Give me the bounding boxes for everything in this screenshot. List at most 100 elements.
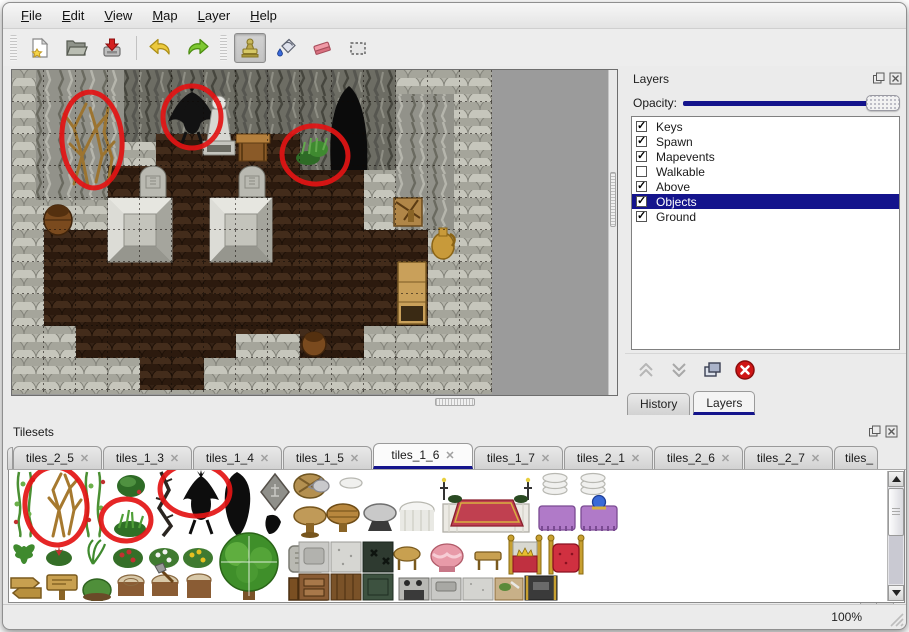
eraser-tool-button[interactable] xyxy=(306,33,338,63)
new-file-icon xyxy=(28,36,52,60)
tab-label: tiles_1_6 xyxy=(391,448,439,462)
dock-tab-layers[interactable]: Layers xyxy=(693,391,755,415)
scroll-down-button[interactable] xyxy=(888,585,904,601)
tileset-tab-bar: tiles_2_5✕tiles_1_3✕tiles_1_4✕tiles_1_5✕… xyxy=(7,443,907,470)
layer-row-ground[interactable]: ✓Ground xyxy=(632,209,899,224)
tileset-tab-tiles_2_7[interactable]: tiles_2_7✕ xyxy=(744,446,833,469)
tileset-tab-tiles_1_4[interactable]: tiles_1_4✕ xyxy=(193,446,282,469)
menu-map[interactable]: Map xyxy=(142,4,187,27)
tileset-tab-tiles_1_7[interactable]: tiles_1_7✕ xyxy=(474,446,563,469)
opacity-slider-handle[interactable] xyxy=(866,95,900,111)
undo-button[interactable] xyxy=(145,33,177,63)
float-panel-icon[interactable] xyxy=(868,425,881,438)
layer-row-above[interactable]: ✓Above xyxy=(632,179,899,194)
fill-tool-button[interactable] xyxy=(270,33,302,63)
layer-row-walkable[interactable]: Walkable xyxy=(632,164,899,179)
open-button[interactable] xyxy=(60,33,92,63)
rect-select-tool-button[interactable] xyxy=(342,33,374,63)
tileset-tab-tiles_1_3[interactable]: tiles_1_3✕ xyxy=(103,446,192,469)
tileset-palette[interactable] xyxy=(8,470,905,603)
opacity-label: Opacity: xyxy=(633,96,677,110)
scroll-track[interactable] xyxy=(889,536,903,584)
layer-label: Objects xyxy=(656,195,697,209)
tileset-tab-tiles_2_6[interactable]: tiles_2_6✕ xyxy=(654,446,743,469)
tileset-render xyxy=(9,470,887,601)
tile-bat xyxy=(183,470,219,534)
arrow-up-icon xyxy=(892,476,901,483)
tile-plant-clump xyxy=(114,510,146,537)
save-button[interactable] xyxy=(96,33,128,63)
opacity-slider-track[interactable] xyxy=(683,101,896,106)
tile-altar xyxy=(440,478,532,532)
move-layer-up-button[interactable] xyxy=(633,357,659,383)
dock-tab-history[interactable]: History xyxy=(627,393,690,415)
menu-edit[interactable]: Edit xyxy=(52,4,94,27)
tilesets-panel-titlebar: Tilesets xyxy=(7,423,907,441)
tab-close-icon[interactable]: ✕ xyxy=(445,449,454,462)
tab-label: tiles_2_5 xyxy=(26,451,74,465)
toolbar-drag-handle[interactable] xyxy=(10,35,17,61)
layer-visibility-checkbox[interactable]: ✓ xyxy=(636,196,647,207)
map-horizontal-scroll-thumb[interactable] xyxy=(435,398,475,406)
tile-throne xyxy=(548,535,584,574)
menu-layer[interactable]: Layer xyxy=(188,4,241,27)
new-file-button[interactable] xyxy=(24,33,56,63)
stamp-tool-button[interactable] xyxy=(234,33,266,63)
move-layer-down-button[interactable] xyxy=(666,357,692,383)
layer-row-spawn[interactable]: ✓Spawn xyxy=(632,134,899,149)
duplicate-icon xyxy=(701,359,723,381)
scroll-up-button[interactable] xyxy=(888,471,904,487)
layer-visibility-checkbox[interactable]: ✓ xyxy=(636,136,647,147)
layer-visibility-checkbox[interactable]: ✓ xyxy=(636,151,647,162)
tileset-scroll-thumb[interactable] xyxy=(888,488,904,536)
tab-close-icon[interactable]: ✕ xyxy=(260,452,269,465)
menu-help[interactable]: Help xyxy=(240,4,287,27)
redo-button[interactable] xyxy=(181,33,213,63)
map-vertical-scroll-thumb[interactable] xyxy=(610,172,616,227)
layer-visibility-checkbox[interactable]: ✓ xyxy=(636,181,647,192)
tileset-tab-tiles_1_5[interactable]: tiles_1_5 ✕ xyxy=(283,446,372,469)
tileset-vertical-scrollbar[interactable] xyxy=(887,471,904,601)
tileset-tab-tiles_2_1[interactable]: tiles_2_1✕ xyxy=(564,446,653,469)
layer-visibility-checkbox[interactable]: ✓ xyxy=(636,211,647,222)
layer-row-mapevents[interactable]: ✓Mapevents xyxy=(632,149,899,164)
map-vertical-scrollbar[interactable] xyxy=(608,70,617,395)
tab-close-icon[interactable]: ✕ xyxy=(811,452,820,465)
layers-panel-titlebar: Layers xyxy=(625,69,907,89)
resize-grip[interactable] xyxy=(888,611,904,627)
close-panel-icon[interactable] xyxy=(885,425,898,438)
layer-list: ✓Keys✓Spawn✓MapeventsWalkable✓Above✓Obje… xyxy=(631,116,900,350)
duplicate-layer-button[interactable] xyxy=(699,357,725,383)
tab-label: tiles_1_5 xyxy=(296,451,344,465)
float-panel-icon[interactable] xyxy=(872,72,885,85)
save-icon xyxy=(100,36,124,60)
delete-layer-button[interactable] xyxy=(732,357,758,383)
opacity-slider[interactable] xyxy=(683,93,900,113)
close-panel-icon[interactable] xyxy=(889,72,902,85)
menu-file[interactable]: File xyxy=(11,4,52,27)
arrow-down-icon xyxy=(892,590,901,597)
tab-close-icon[interactable]: ✕ xyxy=(541,452,550,465)
tileset-tab-tiles[interactable]: tiles_ xyxy=(834,446,878,469)
tilesets-panel: Tilesets tiles_2_5✕tiles_1_3✕tiles_1_4✕t… xyxy=(7,423,907,607)
tab-close-icon[interactable]: ✕ xyxy=(170,452,179,465)
selection-rect-icon xyxy=(346,36,370,60)
map-canvas[interactable] xyxy=(11,69,618,396)
map-horizontal-scrollbar[interactable] xyxy=(11,398,609,407)
layer-row-objects[interactable]: ✓ Objects xyxy=(632,194,899,209)
layer-visibility-checkbox[interactable]: ✓ xyxy=(636,121,647,132)
status-bar: 100% xyxy=(3,604,906,629)
tileset-tab-tiles_1_6[interactable]: tiles_1_6 ✕ xyxy=(373,443,473,469)
tab-close-icon[interactable]: ✕ xyxy=(350,452,359,465)
tab-close-icon[interactable]: ✕ xyxy=(721,452,730,465)
tab-close-icon[interactable]: ✕ xyxy=(631,452,640,465)
menu-view[interactable]: View xyxy=(94,4,142,27)
tileset-tab-tiles_2_5[interactable]: tiles_2_5 ✕ xyxy=(13,446,102,469)
layer-row-keys[interactable]: ✓Keys xyxy=(632,119,899,134)
eraser-icon xyxy=(310,36,334,60)
layer-visibility-checkbox[interactable] xyxy=(636,166,647,177)
layers-panel-title: Layers xyxy=(625,72,669,86)
toolbar-drag-handle[interactable] xyxy=(220,35,227,61)
tab-close-icon[interactable]: ✕ xyxy=(80,452,89,465)
chevron-down-icon xyxy=(668,359,690,381)
